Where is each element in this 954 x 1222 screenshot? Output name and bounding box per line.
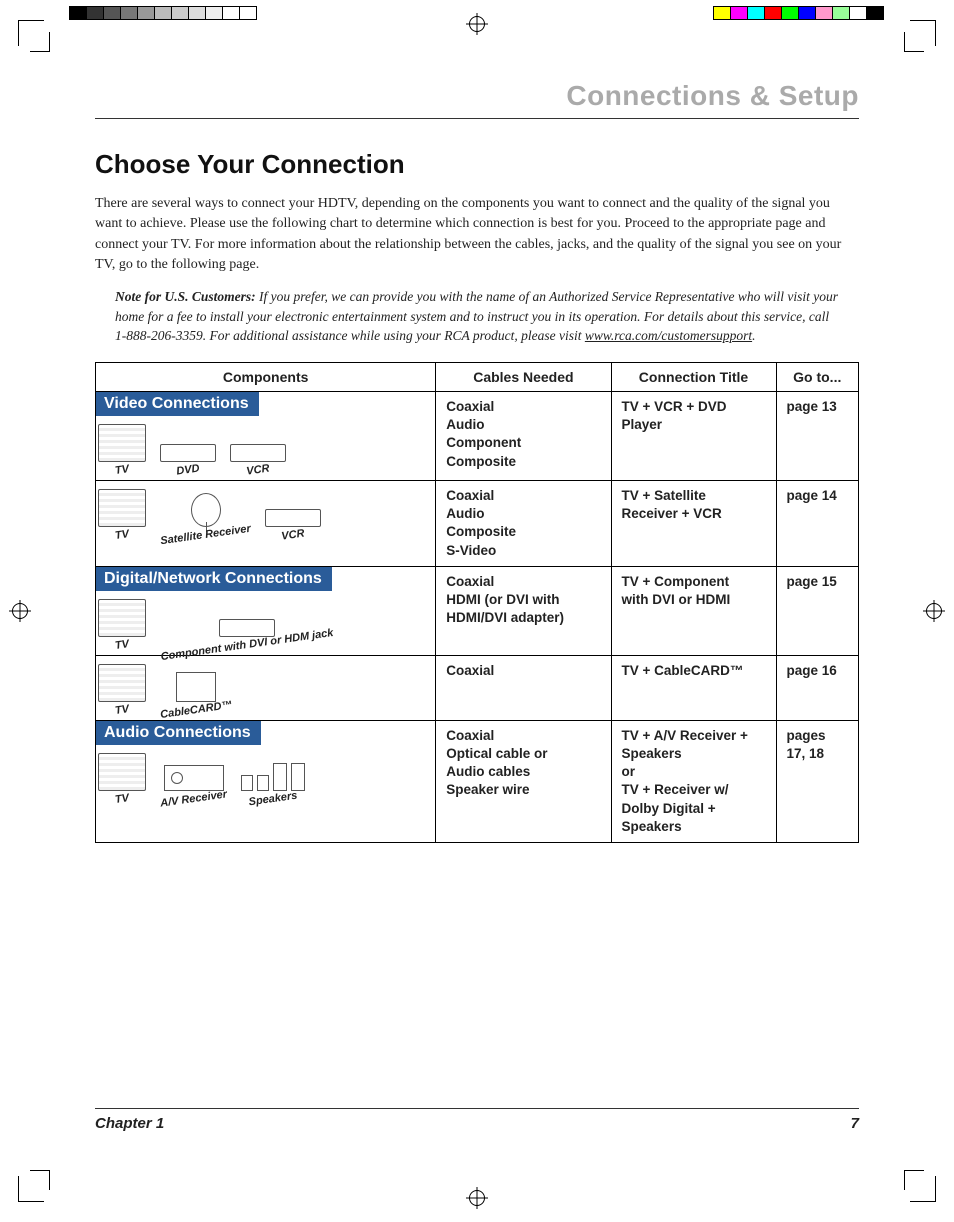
device-label: Speakers <box>241 788 306 809</box>
cables-cell: CoaxialAudioCompositeS-Video <box>436 480 611 566</box>
components-cell: Digital/Network Connections TV Component w… <box>96 566 436 655</box>
connection-title-cell: TV + A/V Receiver +SpeakersorTV + Receiv… <box>611 720 776 842</box>
section-label: Audio Connections <box>96 721 261 745</box>
device-label: A/V Receiver <box>159 788 227 809</box>
device-box: Component with DVI or HDM jack <box>160 619 334 651</box>
chapter-header: Connections & Setup <box>95 80 859 119</box>
device-tv: TV <box>98 489 146 541</box>
components-cell: Video Connections TV DVD VCR <box>96 391 436 480</box>
connections-table: Components Cables Needed Connection Titl… <box>95 362 859 843</box>
device-box: VCR <box>265 509 321 541</box>
section-label: Video Connections <box>96 392 259 416</box>
device-label: VCR <box>265 525 322 545</box>
table-row: Digital/Network Connections TV Component w… <box>96 566 859 655</box>
section-title: Choose Your Connection <box>95 149 859 180</box>
goto-cell: page 13 <box>776 391 859 480</box>
connection-title-cell: TV + CableCARD™ <box>611 655 776 720</box>
device-label: CableCARD™ <box>160 699 234 721</box>
table-header-row: Components Cables Needed Connection Titl… <box>96 362 859 391</box>
connection-title-cell: TV + Componentwith DVI or HDMI <box>611 566 776 655</box>
page-content: Connections & Setup Choose Your Connecti… <box>95 80 859 1132</box>
device-tv: TV <box>98 599 146 651</box>
device-spk: Speakers <box>241 763 305 805</box>
device-tv: TV <box>98 424 146 476</box>
components-cell: Audio Connections TV A/V Receiver Speakers <box>96 720 436 842</box>
col-header-components: Components <box>96 362 436 391</box>
cables-cell: CoaxialAudioComponentComposite <box>436 391 611 480</box>
components-cell: TV CableCARD™ <box>96 655 436 720</box>
page-footer: Chapter 1 7 <box>95 1108 859 1132</box>
table-row: TV CableCARD™ CoaxialTV + CableCARD™page 1… <box>96 655 859 720</box>
table-row: Video Connections TV DVD VCR CoaxialAudioCom… <box>96 391 859 480</box>
registration-mark-icon <box>12 603 28 619</box>
color-bar <box>70 6 257 20</box>
table-row: Audio Connections TV A/V Receiver Speakers C… <box>96 720 859 842</box>
connection-title-cell: TV + SatelliteReceiver + VCR <box>611 480 776 566</box>
device-row: TV A/V Receiver Speakers <box>96 745 435 809</box>
footer-chapter: Chapter 1 <box>95 1115 164 1132</box>
device-row: TV DVD VCR <box>96 416 435 480</box>
device-tv: TV <box>98 753 146 805</box>
goto-cell: page 16 <box>776 655 859 720</box>
device-tv: TV <box>98 664 146 716</box>
registration-mark-icon <box>469 1190 485 1206</box>
note-link: www.rca.com/customersupport <box>585 328 752 343</box>
device-card: CableCARD™ <box>160 672 233 716</box>
device-label: TV <box>97 635 146 654</box>
goto-cell: pages 17, 18 <box>776 720 859 842</box>
intro-paragraph: There are several ways to connect your H… <box>95 194 859 275</box>
device-box: VCR <box>230 444 286 476</box>
footer-page-number: 7 <box>851 1115 859 1132</box>
device-label: TV <box>97 789 146 808</box>
cables-cell: Coaxial <box>436 655 611 720</box>
note-label: Note for U.S. Customers: <box>115 289 256 304</box>
col-header-cables: Cables Needed <box>436 362 611 391</box>
section-label: Digital/Network Connections <box>96 567 332 591</box>
registration-mark-icon <box>926 603 942 619</box>
crop-mark <box>30 1170 50 1190</box>
crop-mark <box>30 32 50 52</box>
device-label: VCR <box>229 460 286 480</box>
device-label: TV <box>97 461 146 480</box>
device-row: TV CableCARD™ <box>96 656 435 720</box>
device-row: TV Satellite Receiver VCR <box>96 481 435 545</box>
device-label: DVD <box>159 460 216 480</box>
device-label: TV <box>97 526 146 545</box>
col-header-title: Connection Title <box>611 362 776 391</box>
goto-cell: page 15 <box>776 566 859 655</box>
components-cell: TV Satellite Receiver VCR <box>96 480 436 566</box>
note-block: Note for U.S. Customers: If you prefer, … <box>95 287 859 346</box>
device-box: DVD <box>160 444 216 476</box>
crop-mark <box>904 1170 924 1190</box>
crop-mark <box>904 32 924 52</box>
cables-cell: CoaxialHDMI (or DVI withHDMI/DVI adapter… <box>436 566 611 655</box>
goto-cell: page 14 <box>776 480 859 566</box>
table-row: TV Satellite Receiver VCR CoaxialAudioCompo… <box>96 480 859 566</box>
device-label: TV <box>97 700 146 719</box>
col-header-goto: Go to... <box>776 362 859 391</box>
device-dish: Satellite Receiver <box>160 493 251 541</box>
note-tail: . <box>752 328 755 343</box>
device-row: TV Component with DVI or HDM jack <box>96 591 435 655</box>
color-bar <box>714 6 884 20</box>
connection-title-cell: TV + VCR + DVDPlayer <box>611 391 776 480</box>
device-recv: A/V Receiver <box>160 765 227 805</box>
cables-cell: CoaxialOptical cable orAudio cablesSpeak… <box>436 720 611 842</box>
registration-mark-icon <box>469 16 485 32</box>
